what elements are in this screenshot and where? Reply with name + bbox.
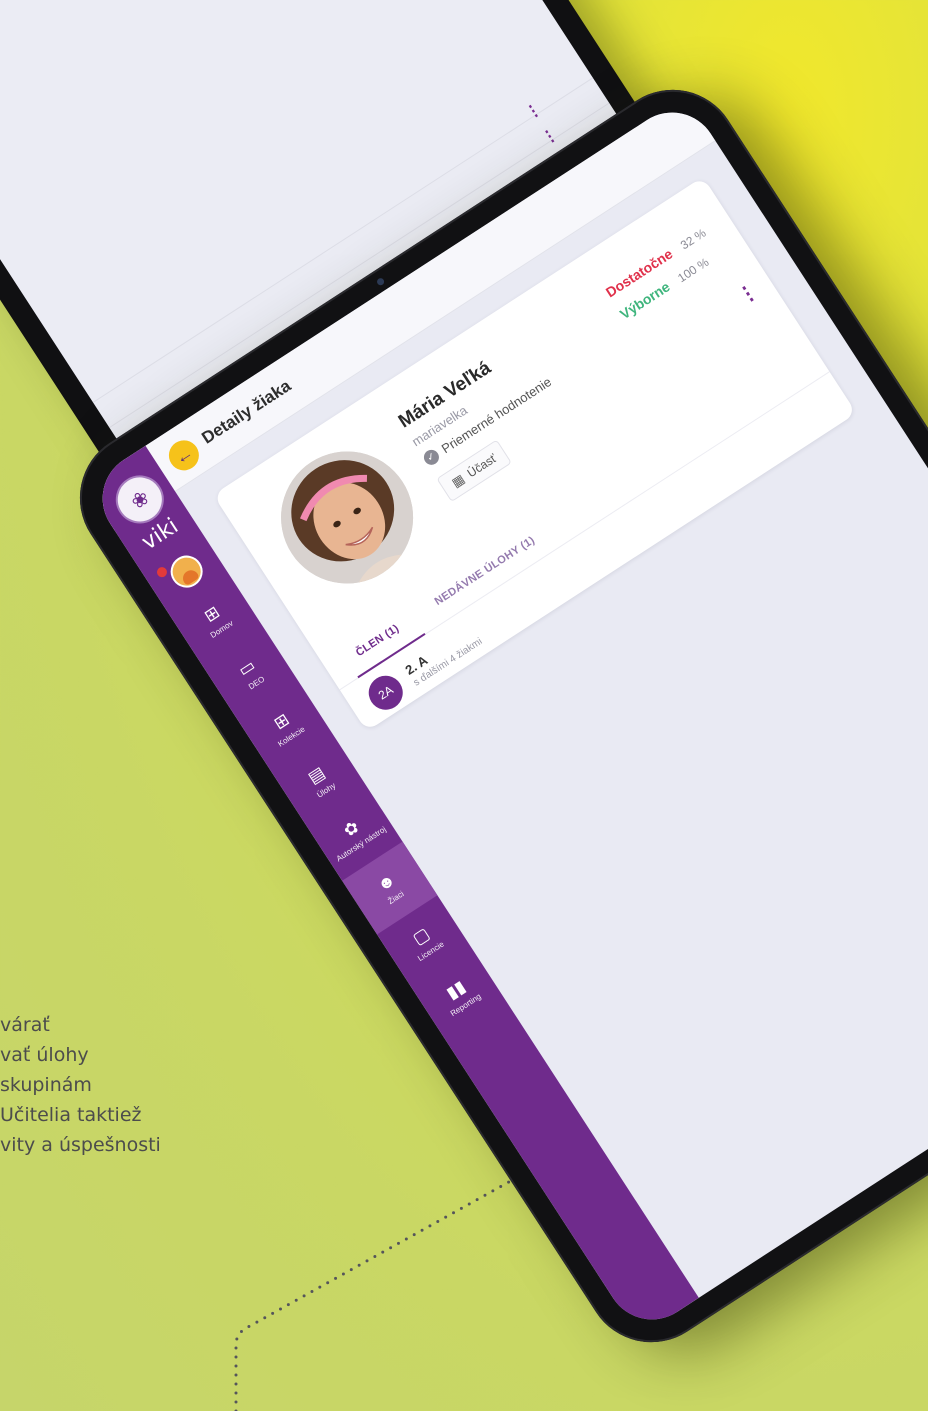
license-icon: ▢ xyxy=(408,923,433,949)
clipboard-icon: ▤ xyxy=(304,762,329,788)
camera-dot xyxy=(375,276,386,287)
notification-badge xyxy=(155,565,169,580)
grid-icon: ⊞ xyxy=(270,709,293,733)
bg-line: Učitelia taktiež xyxy=(0,1104,142,1126)
class-avatar: 2A xyxy=(362,669,410,717)
bg-line: skupinám xyxy=(0,1074,92,1096)
back-button[interactable]: ← xyxy=(163,434,205,477)
user-avatar[interactable] xyxy=(164,549,209,594)
grade-percent: 100 % xyxy=(675,254,712,286)
bg-line: vity a úspešnosti xyxy=(0,1134,161,1156)
palette-icon: ✿ xyxy=(339,816,363,841)
calendar-icon: ▦ xyxy=(448,470,468,491)
bg-line: vať úlohy xyxy=(0,1044,89,1066)
student-portrait-image xyxy=(255,426,439,609)
check-circle-icon: ✓ xyxy=(421,446,442,468)
monitor-icon: ▭ xyxy=(234,655,259,680)
grade-percent: 32 % xyxy=(677,225,709,253)
background-description: várať vať úlohy skupinám Učitelia taktie… xyxy=(0,1010,240,1160)
home-grid-icon: ⊞ xyxy=(200,601,223,626)
arrow-left-icon: ← xyxy=(170,441,197,469)
attendance-label: Účasť xyxy=(464,451,500,481)
student-photo xyxy=(255,426,439,609)
more-vert-icon[interactable]: ⋮ xyxy=(733,278,763,310)
bg-line: várať xyxy=(0,1014,50,1036)
page-title: Detaily žiaka xyxy=(198,376,295,448)
tab-recent-tasks[interactable]: NEDÁVNE ÚLOHY (1) xyxy=(433,534,537,608)
